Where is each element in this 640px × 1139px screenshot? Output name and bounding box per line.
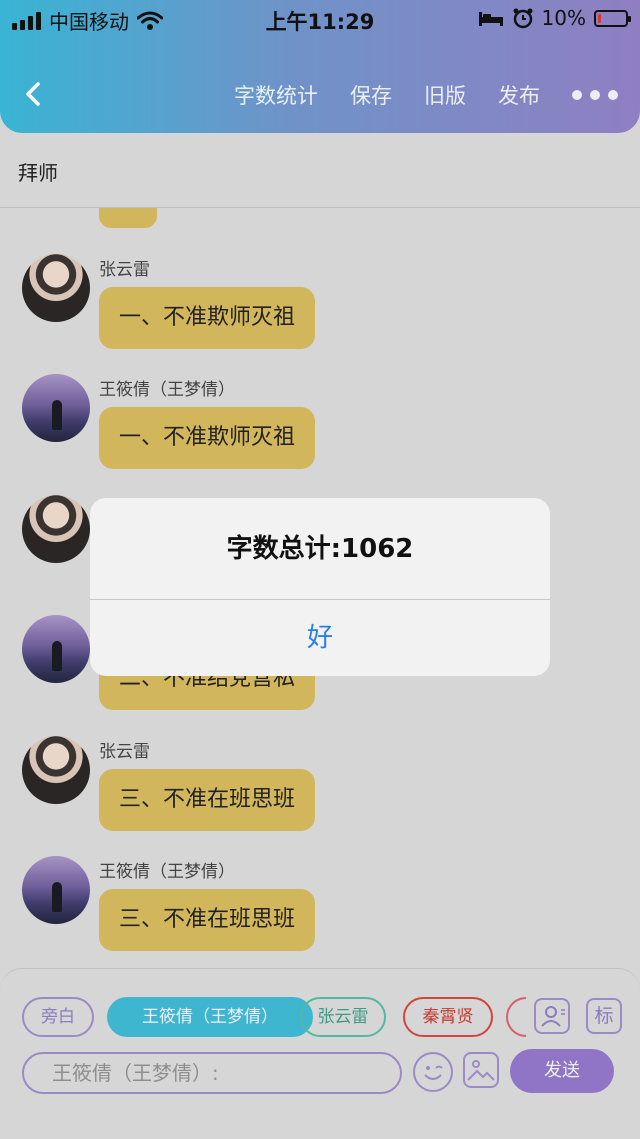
sender-name: 王筱倩（王梦倩） (99, 862, 235, 882)
role-chip-narrator[interactable]: 旁白 (22, 997, 94, 1037)
role-manage-button[interactable] (534, 998, 570, 1034)
status-right: 10% (478, 6, 631, 30)
image-icon (467, 1060, 495, 1081)
battery-icon (594, 9, 631, 27)
send-button[interactable]: 发送 (510, 1049, 614, 1093)
role-chip-selected[interactable]: 王筱倩（王梦倩） (107, 997, 313, 1037)
more-dots-icon[interactable] (572, 90, 618, 100)
word-count-dialog: 字数总计:1062 好 (90, 498, 550, 676)
word-count-button[interactable]: 字数统计 (234, 80, 318, 110)
chat-message[interactable]: 王筱倩（王梦倩） 一、不准欺师灭祖 (22, 374, 582, 494)
role-chip-qin[interactable]: 秦霄贤 (403, 997, 493, 1037)
tag-button[interactable]: 标 (586, 998, 622, 1034)
nav-actions: 字数统计 保存 旧版 发布 (234, 80, 618, 110)
chat-message[interactable]: 王筱倩（王梦倩） 三、不准在班思班 (22, 856, 582, 968)
sender-name: 王筱倩（王梦倩） (99, 380, 235, 400)
smiley-icon (424, 1065, 443, 1080)
avatar[interactable] (22, 374, 90, 442)
avatar[interactable] (22, 254, 90, 322)
bottom-panel: 旁白 王筱倩（王梦倩） 张云雷 秦霄贤 标 王筱倩（王梦倩）: 发送 (0, 968, 640, 1139)
sender-name: 张云雷 (99, 260, 150, 280)
message-input[interactable]: 王筱倩（王梦倩）: (22, 1052, 402, 1094)
nav-bar: 字数统计 保存 旧版 发布 (0, 70, 640, 120)
avatar[interactable] (22, 856, 90, 924)
emoji-button[interactable] (413, 1052, 453, 1092)
header: 中国移动 上午11:29 10% 字数统计 保存 旧版 发布 (0, 0, 640, 133)
chat-message[interactable]: 张云雷 一、不准欺师灭祖 (22, 254, 582, 374)
avatar[interactable] (22, 736, 90, 804)
message-bubble[interactable]: 一、不准欺师灭祖 (99, 287, 316, 349)
role-chip-partial[interactable] (506, 997, 526, 1037)
message-bubble[interactable]: 一、不准欺师灭祖 (99, 407, 316, 469)
chat-message[interactable]: 张云雷 三、不准在班思班 (22, 736, 582, 856)
dialog-message: 字数总计:1062 (226, 534, 414, 564)
battery-percent: 10% (541, 6, 586, 30)
avatar[interactable] (22, 615, 90, 683)
title-bar: 拜师 (0, 133, 640, 208)
person-icon (541, 1006, 565, 1027)
save-button[interactable]: 保存 (350, 80, 392, 110)
publish-button[interactable]: 发布 (498, 80, 540, 110)
role-chip-zhang[interactable]: 张云雷 (300, 997, 386, 1037)
alarm-clock-icon (513, 8, 533, 29)
page-title[interactable]: 拜师 (18, 157, 58, 186)
image-button[interactable] (463, 1052, 499, 1088)
bed-icon (478, 12, 503, 26)
message-bubble[interactable]: 三、不准在班思班 (99, 769, 316, 831)
status-bar: 中国移动 上午11:29 10% (0, 0, 640, 38)
sender-name: 张云雷 (99, 742, 150, 762)
back-button[interactable] (18, 74, 54, 114)
message-bubble[interactable]: 三、不准在班思班 (99, 889, 316, 951)
old-version-button[interactable]: 旧版 (424, 80, 466, 110)
battery-fill (598, 13, 601, 23)
partial-message-bubble (99, 208, 157, 228)
avatar[interactable] (22, 495, 90, 563)
dialog-ok-button[interactable]: 好 (90, 600, 550, 676)
